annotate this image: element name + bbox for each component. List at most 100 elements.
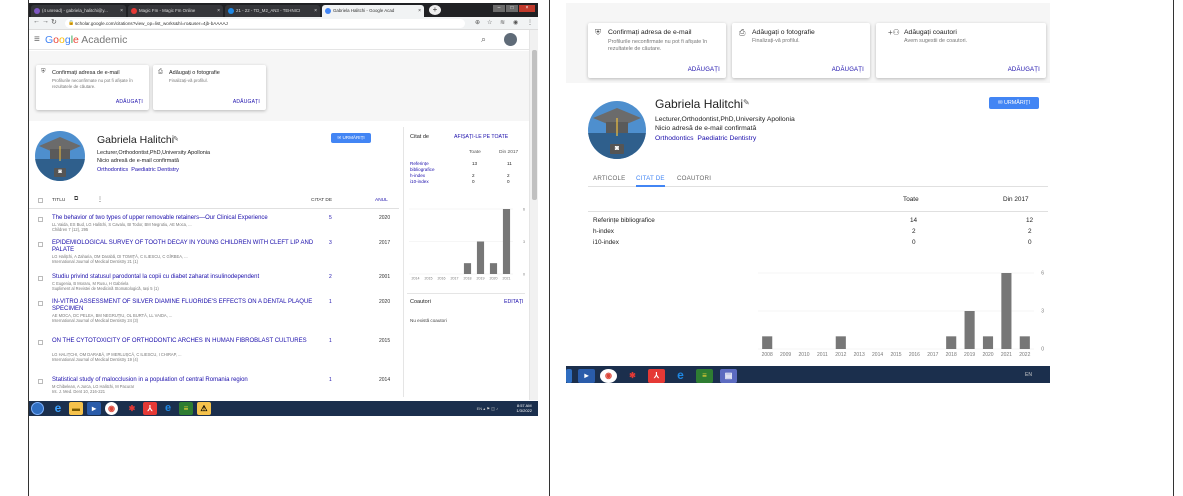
language-indicator[interactable]: EN <box>1025 372 1032 378</box>
minimize-icon[interactable]: – <box>493 5 505 12</box>
metric-label[interactable]: i10-index <box>410 179 429 185</box>
metric-label[interactable]: Referințe bibliografice <box>593 217 655 224</box>
tab-cited-by[interactable]: CITAT DE <box>636 175 665 187</box>
interest-tag[interactable]: Paediatric Dentistry <box>697 135 756 142</box>
maximize-icon[interactable]: □ <box>506 5 518 12</box>
pdf-icon[interactable]: ⅄ <box>648 369 665 383</box>
article-title-link[interactable]: EPIDEMIOLOGICAL SURVEY OF TOOTH DECAY IN… <box>52 240 320 254</box>
row-checkbox[interactable] <box>38 301 43 306</box>
add-photo-button[interactable]: ADĂUGAȚI <box>832 67 864 73</box>
account-avatar[interactable] <box>504 33 517 46</box>
chart-bar[interactable] <box>489 263 498 274</box>
reload-icon[interactable]: ↻ <box>51 18 57 26</box>
article-title-link[interactable]: Statistical study of malocclusion in a p… <box>52 377 320 384</box>
chart-bar[interactable] <box>964 311 975 349</box>
cited-count-link[interactable]: 5 <box>329 215 332 221</box>
media-icon[interactable]: ▸ <box>87 402 101 415</box>
browser-tab[interactable]: (4 unread) - gabriela_halitchi@y... × <box>31 5 126 17</box>
row-checkbox[interactable] <box>38 276 43 281</box>
language-indicator[interactable]: EN <box>477 406 483 411</box>
app-icon[interactable]: ✱ <box>624 369 641 383</box>
browser-tab[interactable]: Magic Fm - Magic Fm Online × <box>128 5 223 17</box>
url-field[interactable]: 🔒 scholar.google.com/citations?view_op=li… <box>65 19 465 28</box>
edit-pencil-icon[interactable]: ✎ <box>743 98 750 107</box>
add-photo-button[interactable]: ADĂUGAȚI <box>233 99 260 105</box>
star-icon[interactable]: ☆ <box>487 19 492 26</box>
follow-button[interactable]: ✉ URMĂRIȚI <box>331 133 371 143</box>
cited-count-link[interactable]: 1 <box>329 338 332 344</box>
new-tab-icon[interactable]: + <box>429 5 441 15</box>
row-checkbox[interactable] <box>38 217 43 222</box>
title-sort-header[interactable]: TITLU <box>52 198 65 203</box>
add-coauthors-button[interactable]: ADĂUGAȚI <box>1008 67 1040 73</box>
edit-pencil-icon[interactable]: ✎ <box>173 135 179 143</box>
ie-icon[interactable]: e <box>51 402 65 415</box>
scrollbar-thumb[interactable] <box>532 50 537 200</box>
scholar-logo[interactable]: Google Academic <box>45 34 127 46</box>
more-options-icon[interactable]: ⋮ <box>97 196 103 203</box>
metric-label[interactable]: i10-index <box>593 239 619 246</box>
flag-app-icon[interactable]: ≡ <box>696 369 713 383</box>
menu-dots-icon[interactable]: ⋮ <box>527 19 533 26</box>
cited-count-link[interactable]: 1 <box>329 377 332 383</box>
edit-coauthors-link[interactable]: EDITAȚI <box>504 299 524 305</box>
window-close-icon[interactable]: × <box>519 5 535 12</box>
app-icon[interactable]: ✱ <box>125 402 139 415</box>
select-all-checkbox[interactable] <box>38 198 43 203</box>
warning-icon[interactable]: ⚠ <box>197 402 211 415</box>
edge-icon[interactable]: e <box>161 402 175 415</box>
profile-icon[interactable]: ◉ <box>513 19 518 26</box>
extension-icon[interactable]: ≋ <box>500 19 505 26</box>
interest-tag[interactable]: Paediatric Dentistry <box>131 167 179 173</box>
row-checkbox[interactable] <box>38 379 43 384</box>
close-icon[interactable]: × <box>120 5 123 17</box>
hamburger-menu-icon[interactable]: ≡ <box>34 34 40 45</box>
cited-count-link[interactable]: 1 <box>329 299 332 305</box>
chart-bar[interactable] <box>476 241 485 275</box>
flag-app-icon[interactable]: ≡ <box>179 402 193 415</box>
edge-icon[interactable]: e <box>672 369 689 383</box>
chrome-icon[interactable]: ◉ <box>105 402 118 415</box>
start-button[interactable] <box>566 369 572 383</box>
pdf-icon[interactable]: ⅄ <box>143 402 157 415</box>
close-icon[interactable]: × <box>314 5 317 17</box>
view-all-link[interactable]: AFIȘAȚI-LE PE TOATE <box>454 134 508 140</box>
row-checkbox[interactable] <box>38 242 43 247</box>
avatar[interactable]: ◙ <box>35 131 85 181</box>
media-icon[interactable]: ▸ <box>578 369 595 383</box>
cited-count-link[interactable]: 2 <box>329 274 332 280</box>
tab-coauthors[interactable]: COAUTORI <box>677 175 711 182</box>
chart-bar[interactable] <box>502 209 511 274</box>
browser-tab-active[interactable]: Gabriela Halitchi - Google Acad × <box>322 5 424 17</box>
close-icon[interactable]: × <box>418 5 421 17</box>
camera-icon[interactable]: ◙ <box>610 144 624 154</box>
add-email-button[interactable]: ADĂUGAȚI <box>116 99 143 105</box>
metric-label[interactable]: Referințe bibliografice <box>410 161 450 172</box>
interest-tag[interactable]: Orthodontics <box>655 135 694 142</box>
follow-button[interactable]: ✉ URMĂRIȚI <box>989 97 1039 109</box>
interest-tag[interactable]: Orthodontics <box>97 167 128 173</box>
metric-label[interactable]: h-index <box>593 228 614 235</box>
forward-icon[interactable]: → <box>42 18 49 25</box>
year-sort-header[interactable]: ANUL <box>375 198 388 203</box>
chart-bar[interactable] <box>463 263 472 274</box>
scrollbar[interactable] <box>529 30 538 400</box>
article-title-link[interactable]: ON THE CYTOTOXICITY OF ORTHODONTIC ARCHE… <box>52 338 320 345</box>
chart-bar[interactable] <box>1001 273 1012 349</box>
merge-icon[interactable]: ⧉ <box>74 196 78 203</box>
taskbar-clock[interactable]: 8:57 AM 1/3/2022 <box>516 403 532 413</box>
metric-label[interactable]: h-index <box>410 173 425 179</box>
cited-count-link[interactable]: 3 <box>329 240 332 246</box>
search-icon[interactable]: ⌕ <box>481 34 486 45</box>
chrome-icon[interactable]: ◉ <box>600 369 617 383</box>
zoom-icon[interactable]: ⊕ <box>475 19 480 26</box>
article-title-link[interactable]: The behavior of two types of upper remov… <box>52 215 320 222</box>
row-checkbox[interactable] <box>38 340 43 345</box>
chart-bar[interactable] <box>1019 336 1030 349</box>
article-title-link[interactable]: IN-VITRO ASSESSMENT OF SILVER DIAMINE FL… <box>52 299 320 313</box>
window-app-icon[interactable]: ▤ <box>720 369 737 383</box>
chart-bar[interactable] <box>982 336 994 349</box>
avatar[interactable]: ◙ <box>588 101 646 159</box>
chart-bar[interactable] <box>835 336 846 349</box>
back-icon[interactable]: ← <box>33 18 40 25</box>
